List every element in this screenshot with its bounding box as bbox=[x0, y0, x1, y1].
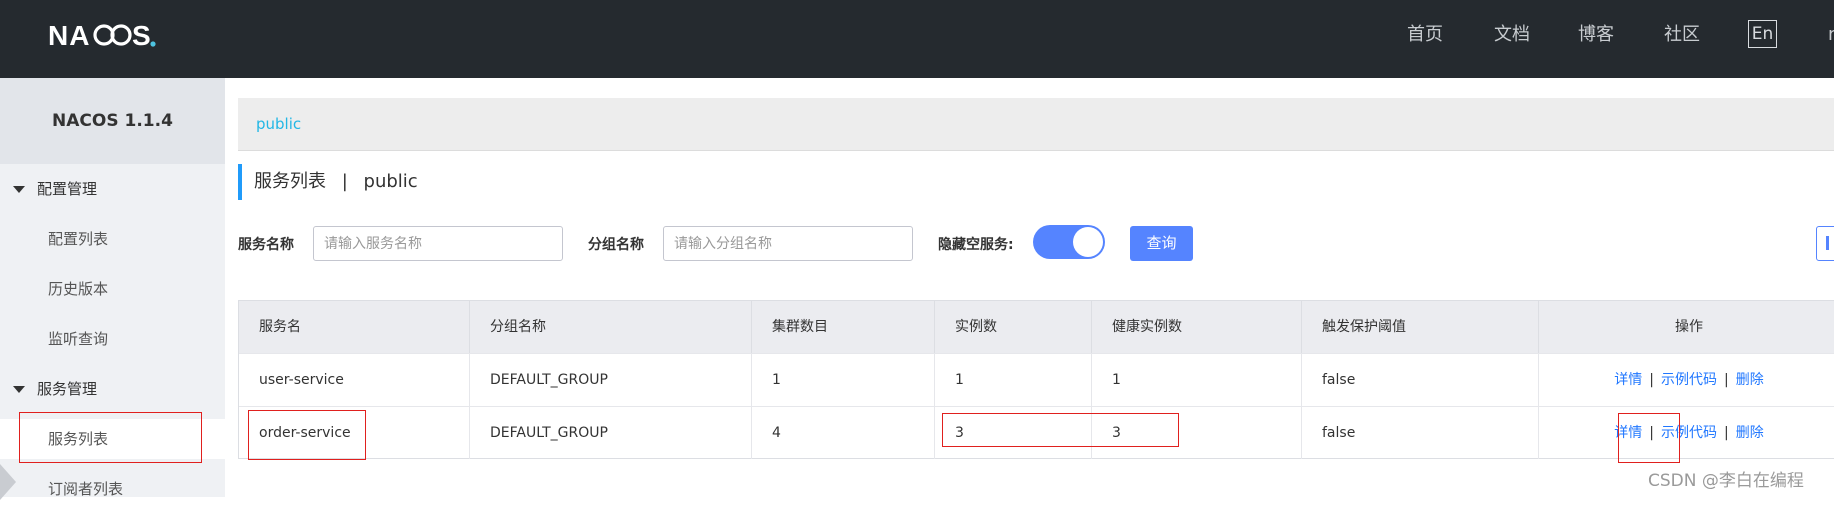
user-menu-cut[interactable]: n bbox=[1828, 22, 1834, 48]
op-separator: | bbox=[1724, 372, 1729, 388]
menu-group-label: 配置管理 bbox=[37, 180, 98, 198]
service-name-input[interactable] bbox=[313, 226, 563, 261]
table-cell-group: DEFAULT_GROUP bbox=[470, 353, 752, 406]
nav-home[interactable]: 首页 bbox=[1407, 22, 1443, 48]
page-title-namespace: public bbox=[363, 171, 418, 192]
delete-link[interactable]: 删除 bbox=[1736, 425, 1764, 441]
nacos-logo[interactable]: NA S bbox=[48, 18, 178, 52]
delete-link[interactable]: 删除 bbox=[1736, 372, 1764, 388]
nav-docs[interactable]: 文档 bbox=[1494, 22, 1530, 48]
table-cell-threshold: false bbox=[1302, 406, 1539, 459]
svg-text:NA: NA bbox=[48, 20, 90, 51]
annotation-box-service-list bbox=[19, 412, 202, 463]
sidebar-version-title: NACOS 1.1.4 bbox=[0, 78, 225, 164]
table-header-service-name: 服务名 bbox=[239, 301, 470, 353]
sidebar-item-listener-query[interactable]: 监听查询 bbox=[0, 319, 225, 359]
toggle-knob bbox=[1073, 227, 1103, 257]
detail-link[interactable]: 详情 bbox=[1614, 372, 1642, 388]
sidebar-item-label: 监听查询 bbox=[48, 330, 109, 348]
sidebar-item-label: 配置列表 bbox=[48, 230, 109, 248]
service-name-label: 服务名称 bbox=[238, 237, 294, 253]
namespace-link-public[interactable]: public bbox=[256, 115, 301, 133]
group-name-label: 分组名称 bbox=[588, 237, 644, 253]
query-button[interactable]: 查询 bbox=[1130, 226, 1193, 261]
table-cell-group: DEFAULT_GROUP bbox=[470, 406, 752, 459]
sidebar-item-history[interactable]: 历史版本 bbox=[0, 269, 225, 309]
table-header-cluster-count: 集群数目 bbox=[752, 301, 935, 353]
sidebar-item-label: 历史版本 bbox=[48, 280, 109, 298]
op-separator: | bbox=[1724, 425, 1729, 441]
nav-blog[interactable]: 博客 bbox=[1578, 22, 1614, 48]
page-title: 服务列表 | public bbox=[238, 164, 418, 200]
caret-down-icon bbox=[13, 386, 25, 393]
sidebar-item-label: 订阅者列表 bbox=[48, 480, 124, 498]
annotation-box-detail-link bbox=[1618, 413, 1680, 463]
annotation-box-order-service bbox=[248, 410, 366, 460]
op-separator: | bbox=[1649, 372, 1654, 388]
table-cell-instances: 1 bbox=[935, 353, 1092, 406]
namespace-bar: public bbox=[238, 98, 1834, 150]
menu-group-label: 服务管理 bbox=[37, 380, 98, 398]
nav-community[interactable]: 社区 bbox=[1664, 22, 1700, 48]
table-cell-clusters: 1 bbox=[752, 353, 935, 406]
table-row-actions: 详情 | 示例代码 | 删除 bbox=[1539, 406, 1834, 459]
annotation-box-instance-counts bbox=[942, 413, 1179, 447]
top-navbar: NA S 首页 文档 博客 社区 En n bbox=[0, 0, 1834, 78]
menu-group-service[interactable]: 服务管理 bbox=[0, 374, 225, 404]
plus-icon bbox=[1826, 236, 1829, 250]
table-header-group-name: 分组名称 bbox=[470, 301, 752, 353]
table-cell-clusters: 4 bbox=[752, 406, 935, 459]
sidebar-item-subscriber-list[interactable]: 订阅者列表 bbox=[0, 469, 225, 509]
create-service-button-cut[interactable] bbox=[1816, 226, 1834, 261]
collapse-handle-icon[interactable] bbox=[0, 464, 16, 500]
watermark: CSDN @李白在编程 bbox=[1648, 471, 1804, 491]
hide-empty-toggle[interactable] bbox=[1033, 225, 1105, 259]
page-title-text: 服务列表 bbox=[254, 171, 326, 192]
menu-group-config[interactable]: 配置管理 bbox=[0, 174, 225, 204]
table-header-healthy-count: 健康实例数 bbox=[1092, 301, 1302, 353]
hide-empty-label: 隐藏空服务: bbox=[938, 237, 1014, 253]
table-cell-healthy: 1 bbox=[1092, 353, 1302, 406]
table-header-threshold: 触发保护阈值 bbox=[1302, 301, 1539, 353]
language-switch[interactable]: En bbox=[1748, 20, 1777, 48]
table-header-actions: 操作 bbox=[1539, 301, 1834, 353]
table-cell-threshold: false bbox=[1302, 353, 1539, 406]
caret-down-icon bbox=[13, 186, 25, 193]
sidebar-item-config-list[interactable]: 配置列表 bbox=[0, 219, 225, 259]
group-name-input[interactable] bbox=[663, 226, 913, 261]
sample-code-link[interactable]: 示例代码 bbox=[1661, 372, 1717, 388]
table-row-actions: 详情 | 示例代码 | 删除 bbox=[1539, 353, 1834, 406]
svg-text:S: S bbox=[132, 20, 151, 51]
table-cell-service-name: user-service bbox=[239, 353, 470, 406]
title-separator: | bbox=[341, 171, 348, 192]
table-header-instance-count: 实例数 bbox=[935, 301, 1092, 353]
divider bbox=[238, 150, 1834, 151]
